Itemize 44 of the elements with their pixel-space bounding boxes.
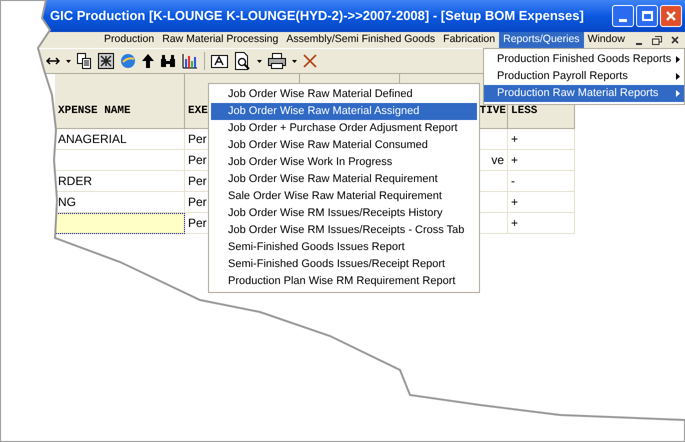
submenu-item[interactable]: Production Raw Material Reports (484, 85, 684, 102)
menu-item[interactable]: Reports/Queries (499, 32, 584, 48)
window-title: GIC Production [K-LOUNGE K-LOUNGE(HYD-2)->>2007-2008] - [Setup BOM Expenses] (50, 7, 584, 26)
dropdown-item[interactable]: Semi-Finished Goods Issues/Receipt Report (211, 256, 477, 273)
dropdown-item[interactable]: Job Order Wise Raw Material Assigned (211, 103, 477, 120)
submenu-item[interactable]: Production Finished Goods Reports (484, 51, 684, 68)
menu-item[interactable]: Raw Material Processing (158, 32, 282, 48)
close-icon (670, 36, 678, 44)
menu-item[interactable]: Window (584, 32, 629, 48)
column-header: XPENSE NAME (55, 74, 185, 129)
printer-icon[interactable] (268, 53, 286, 69)
table-cell[interactable] (55, 213, 185, 234)
table-cell[interactable] (55, 150, 185, 171)
binoculars-icon[interactable] (160, 54, 176, 68)
delete-icon[interactable] (303, 54, 317, 68)
table-cell: + (508, 213, 575, 234)
restore-button[interactable] (649, 34, 664, 46)
table-cell[interactable]: RDER (55, 171, 185, 192)
dropdown-item[interactable]: Semi-Finished Goods Issues Report (211, 239, 477, 256)
menu-item[interactable]: Assembly/Semi Finished Goods (282, 32, 440, 48)
grid-icon[interactable] (98, 53, 114, 69)
globe-icon[interactable] (120, 53, 136, 69)
maximize-button[interactable] (636, 5, 658, 27)
table-cell[interactable]: NG (55, 192, 185, 213)
caret-icon[interactable] (66, 60, 71, 62)
table-cell: + (508, 129, 575, 150)
up-arrow-icon[interactable] (142, 54, 154, 68)
dropdown-item[interactable]: Production Plan Wise RM Requirement Report (211, 273, 477, 290)
preview-icon[interactable] (235, 52, 251, 70)
table-cell[interactable]: ANAGERIAL (55, 129, 185, 150)
copy-icon[interactable] (77, 53, 92, 69)
menu-item[interactable]: Fabrication (439, 32, 500, 48)
table-cell: - (508, 171, 575, 192)
chart-icon[interactable] (182, 53, 198, 69)
close-icon (665, 10, 677, 22)
arrows-icon[interactable] (46, 56, 60, 66)
table-cell: + (508, 192, 575, 213)
text-icon[interactable] (211, 53, 229, 69)
caret-icon[interactable] (292, 60, 297, 62)
table-cell: + (508, 150, 575, 171)
minimize-button[interactable] (612, 5, 634, 27)
menu-item[interactable]: Production (100, 32, 158, 48)
caret-icon[interactable] (257, 60, 262, 62)
restore-icon (652, 36, 662, 44)
